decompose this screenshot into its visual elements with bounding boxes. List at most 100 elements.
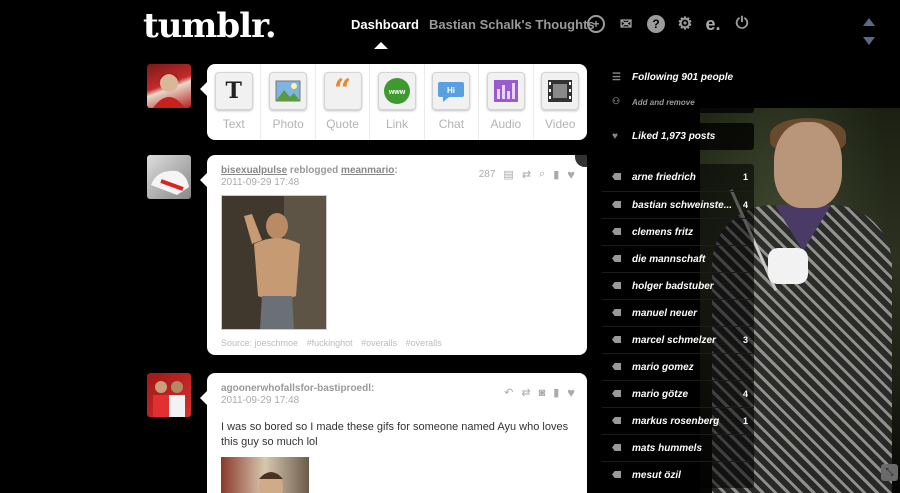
nav-dashboard[interactable]: Dashboard [351, 17, 419, 32]
post-type-chat[interactable]: Hi Chat [425, 64, 480, 140]
svg-text:Hi: Hi [447, 86, 455, 95]
tracked-tag[interactable]: markus rosenberg 1 [602, 407, 754, 434]
post-card: agoonerwhofallsfor-bastiproedl: 2011-09-… [200, 373, 587, 493]
tag-name: marcel schmelzer [632, 334, 716, 346]
text-icon: T [214, 72, 253, 110]
post-type-label: Video [545, 117, 576, 131]
like-heart-icon[interactable]: ♥ [567, 385, 575, 400]
post-type-label: Chat [438, 117, 465, 131]
post-type-photo[interactable]: Photo [261, 64, 316, 140]
post-action-text: reblogged [289, 165, 339, 176]
post-tag[interactable]: #overalls [406, 338, 442, 348]
gear-icon[interactable]: ⚙ [676, 14, 694, 33]
bookmark-icon[interactable]: ▮ [553, 386, 559, 399]
scroll-down-icon[interactable] [863, 37, 875, 45]
tag-icon [612, 470, 622, 480]
avatar-figure-icon [153, 73, 185, 108]
mail-icon[interactable]: ✉ [617, 15, 635, 33]
tracked-tag[interactable]: arne friedrich 1 [602, 164, 754, 191]
tracked-tag[interactable]: bastian schweinste... 4 [602, 191, 754, 218]
post-gif-thumbnail[interactable] [221, 457, 309, 493]
post-source-link[interactable]: Source: joeschmoe [221, 338, 298, 348]
tag-icon [612, 200, 622, 210]
svg-text:www: www [388, 89, 406, 96]
post-tag[interactable]: #fuckinghot [307, 338, 353, 348]
post-type-audio[interactable]: Audio [479, 64, 534, 140]
theme-toggle-icon[interactable]: ⤡ [881, 464, 898, 481]
tumblr-logo[interactable]: tumblr. [143, 6, 277, 46]
post-type-quote[interactable]: “ Quote [316, 64, 371, 140]
avatar-sneaker-icon [151, 170, 189, 195]
add-remove-link[interactable]: ⚇ Add and remove [602, 91, 754, 113]
tag-new-count: 4 [742, 389, 748, 399]
nav-blog-thoughts[interactable]: Bastian Schalk's Thoughts [429, 17, 595, 32]
liked-posts-link[interactable]: ♥ Liked 1,973 posts [602, 123, 754, 150]
tracked-tag[interactable]: mario gomez [602, 353, 754, 380]
tracked-tag[interactable]: marcel schmelzer 3 [602, 326, 754, 353]
post-username-link[interactable]: agoonerwhofallsfor-bastiproedl: [221, 383, 374, 394]
chat-icon: Hi [432, 72, 471, 110]
reblog-icon[interactable]: ⇄ [521, 386, 530, 399]
following-panel: ☰ Following 901 people ⚇ Add and remove [602, 64, 754, 113]
photo-icon [269, 72, 308, 110]
post-type-video[interactable]: Video [534, 64, 587, 140]
tracked-tag[interactable]: clemens fritz [602, 218, 754, 245]
tag-icon [612, 281, 622, 291]
like-heart-icon[interactable]: ♥ [567, 167, 575, 182]
user-avatar[interactable] [147, 64, 191, 108]
post-type-label: Text [222, 117, 245, 131]
bookmark-icon[interactable]: ▮ [553, 168, 559, 181]
edit-icon[interactable]: e. [704, 14, 722, 34]
post-type-link[interactable]: www Link [370, 64, 425, 140]
tracked-tag[interactable]: die mannschaft [602, 245, 754, 272]
post-type-text[interactable]: T Text [207, 64, 262, 140]
post-type-label: Link [385, 117, 408, 131]
post-source-username-link[interactable]: meanmario [341, 165, 394, 176]
post-avatar[interactable] [147, 155, 191, 199]
post-username-link[interactable]: bisexualpulse [221, 165, 287, 176]
camera-icon[interactable]: ◙ [539, 387, 546, 399]
tag-name: bastian schweinste... [632, 199, 733, 211]
notes-count[interactable]: 287 [479, 169, 496, 180]
plus-circle-icon[interactable]: + [587, 15, 605, 33]
search-icon[interactable]: ⌕ [539, 168, 545, 181]
post-controls: ↶ ⇄ ◙ ▮ ♥ [504, 385, 575, 400]
link-icon: www [377, 72, 416, 110]
background-figure-glove [768, 248, 808, 284]
tag-name: mario götze [632, 388, 689, 400]
power-icon[interactable]: ⏻ [733, 15, 751, 33]
tag-icon [612, 443, 622, 453]
tag-icon [612, 335, 622, 345]
tracked-tag[interactable]: mesut özil [602, 461, 754, 488]
reply-icon[interactable]: ↶ [504, 386, 513, 399]
post-corner-fold[interactable] [575, 155, 587, 167]
help-icon[interactable]: ? [647, 15, 665, 33]
tag-icon [612, 172, 622, 182]
post-gif-face-icon [259, 472, 283, 493]
tracked-tag[interactable]: mario götze 4 [602, 380, 754, 407]
nav-active-caret [374, 42, 388, 49]
tracked-tag[interactable]: holger badstuber [602, 272, 754, 299]
tag-name: markus rosenberg [632, 415, 720, 427]
tag-name: holger badstuber [632, 280, 714, 292]
likes-panel: ♥ Liked 1,973 posts [602, 123, 754, 150]
tracked-tag[interactable]: manuel neuer [602, 299, 754, 326]
audio-icon [486, 72, 525, 110]
notes-page-icon[interactable]: ▤ [503, 168, 513, 181]
tag-new-count: 4 [742, 200, 748, 210]
post-controls: 287 ▤ ⇄ ⌕ ▮ ♥ [479, 167, 575, 182]
post-avatar[interactable] [147, 373, 191, 417]
heart-icon: ♥ [612, 131, 618, 142]
tracked-tag[interactable]: mats hummels [602, 434, 754, 461]
post-tags: Source: joeschmoe #fuckinghot #overalls … [221, 338, 573, 348]
background-figure-head [774, 122, 842, 208]
tracked-tags-panel: arne friedrich 1 bastian schweinste... 4 c… [602, 164, 754, 488]
post-type-bar: T Text Photo “ Quote www Link Hi Chat Au… [200, 64, 587, 140]
post-photo[interactable] [221, 195, 327, 330]
add-user-icon: ⚇ [612, 96, 621, 106]
reblog-icon[interactable]: ⇄ [522, 168, 531, 181]
scroll-up-icon[interactable] [863, 18, 875, 26]
post-tag[interactable]: #overalls [361, 338, 397, 348]
following-link[interactable]: ☰ Following 901 people [602, 64, 754, 91]
tag-icon [612, 254, 622, 264]
